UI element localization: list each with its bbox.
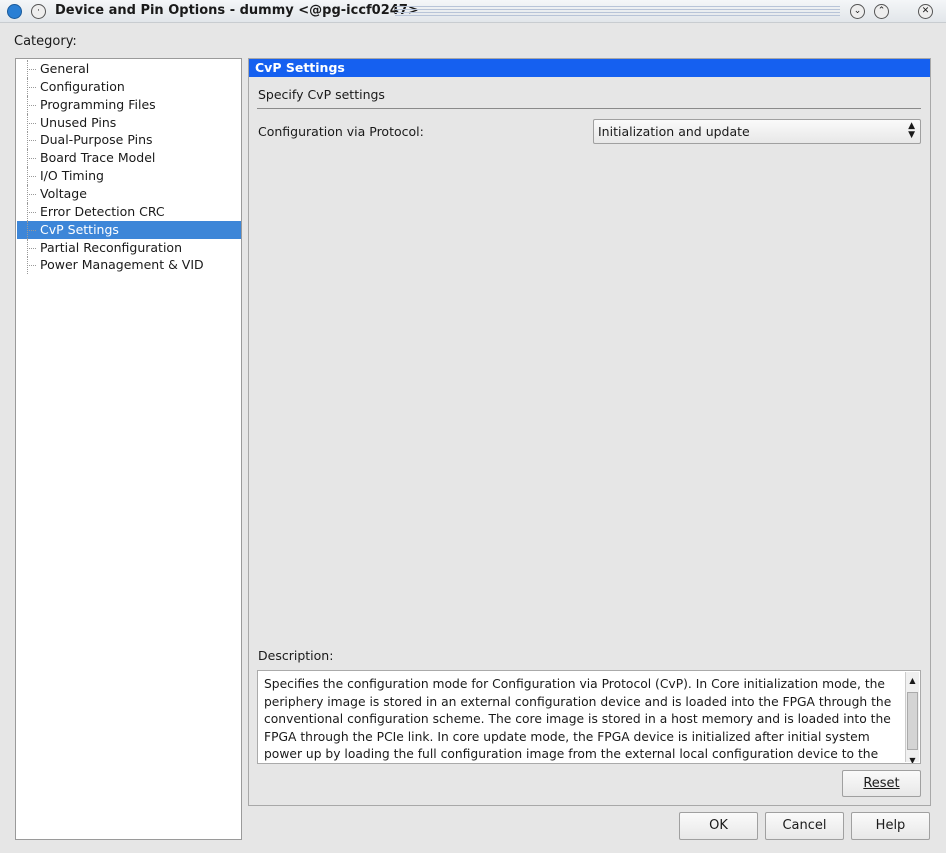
- settings-panel: CvP Settings Specify CvP settings Config…: [248, 58, 931, 806]
- cvp-field-label: Configuration via Protocol:: [258, 124, 424, 139]
- cvp-protocol-value: Initialization and update: [598, 124, 750, 139]
- description-content: Specifies the configuration mode for Con…: [264, 677, 892, 761]
- panel-subtitle: Specify CvP settings: [258, 87, 385, 102]
- panel-header: CvP Settings: [249, 59, 930, 77]
- tree-item-configuration[interactable]: Configuration: [17, 77, 241, 96]
- tree-item-cvp-settings[interactable]: CvP Settings: [17, 220, 241, 239]
- divider: [257, 108, 921, 109]
- tree-item-partial-reconfiguration[interactable]: Partial Reconfiguration: [17, 238, 241, 257]
- maximize-button[interactable]: ⌃: [874, 4, 889, 19]
- tree-item-general[interactable]: General: [17, 60, 241, 78]
- help-button[interactable]: Help: [851, 812, 930, 840]
- tree-item-dual-purpose-pins[interactable]: Dual-Purpose Pins: [17, 131, 241, 150]
- description-scrollbar[interactable]: ▲ ▼: [905, 672, 919, 764]
- description-text: Specifies the configuration mode for Con…: [257, 670, 921, 764]
- cvp-protocol-select[interactable]: Initialization and update ▲ ▼: [593, 119, 921, 144]
- tree-item-error-detection-crc[interactable]: Error Detection CRC: [17, 202, 241, 221]
- category-label: Category:: [14, 34, 77, 49]
- tree-item-programming-files[interactable]: Programming Files: [17, 95, 241, 114]
- tree-item-i-o-timing[interactable]: I/O Timing: [17, 167, 241, 186]
- updown-icon: ▲ ▼: [908, 121, 915, 140]
- tree-item-power-management-vid[interactable]: Power Management & VID: [17, 256, 241, 275]
- minimize-button[interactable]: ⌄: [850, 4, 865, 19]
- tree-item-unused-pins[interactable]: Unused Pins: [17, 113, 241, 132]
- category-tree[interactable]: General Configuration Programming Files Unu…: [15, 58, 242, 840]
- scroll-down-icon[interactable]: ▼: [906, 752, 919, 764]
- tree-item-voltage[interactable]: Voltage: [17, 184, 241, 203]
- reset-button[interactable]: Reset: [842, 770, 921, 797]
- app-icon: [7, 4, 22, 19]
- menu-icon[interactable]: ·: [31, 4, 46, 19]
- reset-label: Reset: [863, 776, 900, 791]
- scroll-thumb[interactable]: [907, 691, 918, 750]
- description-label: Description:: [258, 648, 334, 663]
- close-button[interactable]: ✕: [918, 4, 933, 19]
- window-title: Device and Pin Options - dummy <@pg-iccf…: [55, 3, 419, 18]
- title-decoration: [395, 6, 840, 16]
- cancel-button[interactable]: Cancel: [765, 812, 844, 840]
- ok-button[interactable]: OK: [679, 812, 758, 840]
- tree-item-board-trace-model[interactable]: Board Trace Model: [17, 149, 241, 168]
- title-bar: · Device and Pin Options - dummy <@pg-ic…: [0, 0, 946, 23]
- scroll-up-icon[interactable]: ▲: [906, 672, 919, 690]
